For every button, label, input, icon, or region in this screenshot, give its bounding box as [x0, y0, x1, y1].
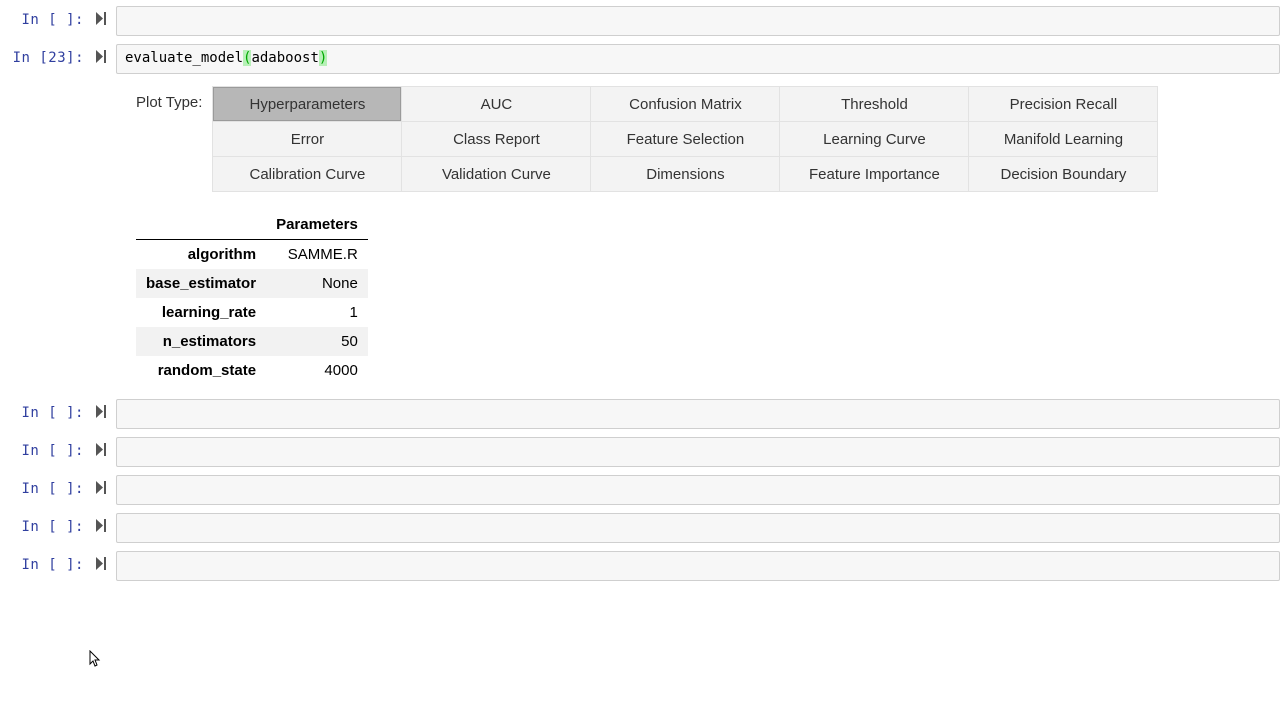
- code-cell-23[interactable]: In [23]: evaluate_model(adaboost): [0, 42, 1280, 76]
- toggle-dimensions[interactable]: Dimensions: [591, 157, 779, 191]
- toggle-error[interactable]: Error: [213, 122, 401, 156]
- code-token-paren: ): [319, 50, 327, 66]
- run-cell-button[interactable]: [92, 399, 110, 418]
- toggle-feature-importance[interactable]: Feature Importance: [780, 157, 968, 191]
- run-cell-button[interactable]: [92, 6, 110, 25]
- toggle-hyperparameters[interactable]: Hyperparameters: [213, 87, 401, 121]
- play-step-icon: [96, 50, 107, 63]
- params-header-blank: [136, 210, 266, 240]
- table-row: algorithm SAMME.R: [136, 240, 368, 270]
- code-input[interactable]: [116, 6, 1280, 36]
- table-row: base_estimator None: [136, 269, 368, 298]
- param-name: n_estimators: [136, 327, 266, 356]
- run-cell-button[interactable]: [92, 44, 110, 63]
- table-row: random_state 4000: [136, 356, 368, 385]
- code-input[interactable]: [116, 551, 1280, 581]
- cell-prompt: In [ ]:: [0, 6, 92, 28]
- code-cell[interactable]: In [ ]:: [0, 511, 1280, 545]
- code-input[interactable]: [116, 437, 1280, 467]
- mouse-cursor-icon: [89, 650, 103, 671]
- code-cell[interactable]: In [ ]:: [0, 473, 1280, 507]
- code-input[interactable]: [116, 399, 1280, 429]
- toggle-threshold[interactable]: Threshold: [780, 87, 968, 121]
- toggle-manifold-learning[interactable]: Manifold Learning: [969, 122, 1157, 156]
- code-cell[interactable]: In [ ]:: [0, 435, 1280, 469]
- params-header: Parameters: [266, 210, 368, 240]
- toggle-learning-curve[interactable]: Learning Curve: [780, 122, 968, 156]
- table-row: n_estimators 50: [136, 327, 368, 356]
- cell-prompt: In [ ]:: [0, 437, 92, 459]
- param-name: random_state: [136, 356, 266, 385]
- toggle-auc[interactable]: AUC: [402, 87, 590, 121]
- code-cell[interactable]: In [ ]:: [0, 4, 1280, 38]
- param-value: 50: [266, 327, 368, 356]
- play-step-icon: [96, 443, 107, 456]
- run-cell-button[interactable]: [92, 475, 110, 494]
- play-step-icon: [96, 405, 107, 418]
- code-input[interactable]: [116, 513, 1280, 543]
- play-step-icon: [96, 519, 107, 532]
- param-name: algorithm: [136, 240, 266, 270]
- toggle-precision-recall[interactable]: Precision Recall: [969, 87, 1157, 121]
- run-cell-button[interactable]: [92, 551, 110, 570]
- param-value: SAMME.R: [266, 240, 368, 270]
- play-step-icon: [96, 557, 107, 570]
- cell-prompt: In [23]:: [0, 44, 92, 66]
- code-token-arg: adaboost: [251, 50, 318, 66]
- run-cell-button[interactable]: [92, 437, 110, 456]
- cell-prompt: In [ ]:: [0, 551, 92, 573]
- param-name: learning_rate: [136, 298, 266, 327]
- toggle-validation-curve[interactable]: Validation Curve: [402, 157, 590, 191]
- code-input[interactable]: evaluate_model(adaboost): [116, 44, 1280, 74]
- play-step-icon: [96, 481, 107, 494]
- plot-type-label: Plot Type:: [136, 86, 202, 111]
- param-value: None: [266, 269, 368, 298]
- cell-prompt: In [ ]:: [0, 475, 92, 497]
- cell-prompt: In [ ]:: [0, 399, 92, 421]
- toggle-feature-selection[interactable]: Feature Selection: [591, 122, 779, 156]
- run-cell-button[interactable]: [92, 513, 110, 532]
- param-name: base_estimator: [136, 269, 266, 298]
- code-cell[interactable]: In [ ]:: [0, 549, 1280, 583]
- toggle-class-report[interactable]: Class Report: [402, 122, 590, 156]
- plot-type-toggle-grid: Hyperparameters AUC Confusion Matrix Thr…: [212, 86, 1158, 192]
- code-cell[interactable]: In [ ]:: [0, 397, 1280, 431]
- toggle-calibration-curve[interactable]: Calibration Curve: [213, 157, 401, 191]
- cell-prompt: In [ ]:: [0, 513, 92, 535]
- toggle-decision-boundary[interactable]: Decision Boundary: [969, 157, 1157, 191]
- code-input[interactable]: [116, 475, 1280, 505]
- code-token-fn: evaluate_model: [125, 50, 243, 66]
- param-value: 1: [266, 298, 368, 327]
- param-value: 4000: [266, 356, 368, 385]
- parameters-table: Parameters algorithm SAMME.R base_estima…: [136, 210, 368, 385]
- toggle-confusion-matrix[interactable]: Confusion Matrix: [591, 87, 779, 121]
- cell-output: Plot Type: Hyperparameters AUC Confusion…: [0, 80, 1280, 385]
- play-step-icon: [96, 12, 107, 25]
- table-row: learning_rate 1: [136, 298, 368, 327]
